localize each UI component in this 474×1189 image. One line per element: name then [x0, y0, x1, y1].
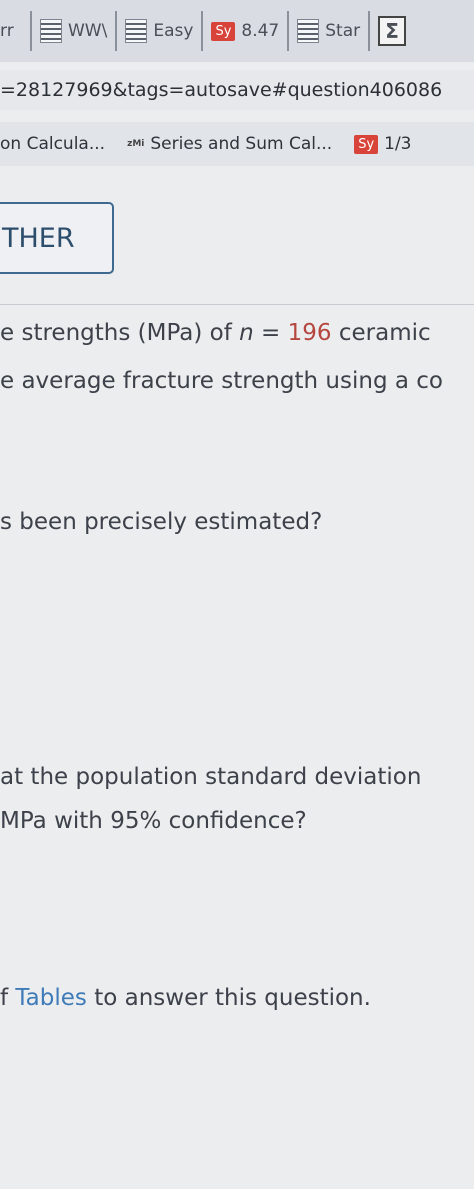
tab-5[interactable]: Star [289, 11, 371, 51]
tab-3-label: Easy [153, 21, 194, 41]
bookmark-sy-label: 1/3 [384, 134, 412, 154]
tab-5-label: Star [325, 21, 361, 41]
bookmark-calculator[interactable]: on Calcula... [0, 134, 105, 154]
equals-sign: = [253, 320, 288, 346]
sy-badge-icon: Sy [211, 21, 236, 41]
browser-tab-strip: rr WW\ Easy Sy 8.47 Star Σ [0, 0, 474, 62]
tab-1-label: rr [0, 21, 14, 41]
tab-2[interactable]: WW\ [32, 11, 118, 51]
bookmark-series-sum-label: Series and Sum Cal... [150, 134, 333, 154]
sy-badge-icon: Sy [354, 134, 379, 154]
question-text: f [0, 985, 16, 1011]
question-line-4: at the population standard deviation [0, 764, 422, 790]
bookmarks-bar: on Calcula... zMi Series and Sum Cal... … [0, 122, 474, 166]
document-icon [297, 19, 320, 43]
document-icon [125, 19, 148, 43]
question-line-1: e strengths (MPa) of n = 196 ceramic [0, 320, 431, 346]
sample-size-value: 196 [287, 320, 332, 346]
tab-3[interactable]: Easy [117, 11, 204, 51]
tab-1[interactable]: rr [0, 11, 32, 51]
question-text: e strengths (MPa) of [0, 320, 240, 346]
bookmark-calculator-label: on Calcula... [0, 134, 106, 154]
variable-n: n [239, 320, 254, 346]
bookmark-sy[interactable]: Sy 1/3 [354, 134, 412, 154]
question-text: ceramic [331, 320, 431, 346]
other-button-label: THER [2, 223, 75, 254]
zMi-icon: zMi [127, 139, 145, 149]
question-line-6: f Tables to answer this question. [0, 985, 371, 1011]
question-line-3: s been precisely estimated? [0, 509, 323, 535]
address-bar[interactable]: =28127969&tags=autosave#question406086 [0, 70, 474, 110]
bookmark-series-sum[interactable]: zMi Series and Sum Cal... [127, 134, 332, 154]
question-text: to answer this question. [86, 985, 371, 1011]
tables-link[interactable]: Tables [15, 985, 86, 1011]
other-button[interactable]: THER [0, 202, 114, 274]
section-divider [0, 304, 474, 305]
url-text: =28127969&tags=autosave#question406086 [0, 79, 443, 101]
tab-2-label: WW\ [68, 21, 108, 41]
question-line-5: MPa with 95% confidence? [0, 808, 307, 834]
document-icon [40, 19, 62, 43]
tab-6[interactable]: Σ [370, 11, 414, 51]
tab-4-label: 8.47 [241, 21, 280, 41]
question-line-2: e average fracture strength using a co [0, 368, 443, 394]
sigma-icon: Σ [378, 16, 407, 46]
tab-4[interactable]: Sy 8.47 [203, 11, 290, 51]
